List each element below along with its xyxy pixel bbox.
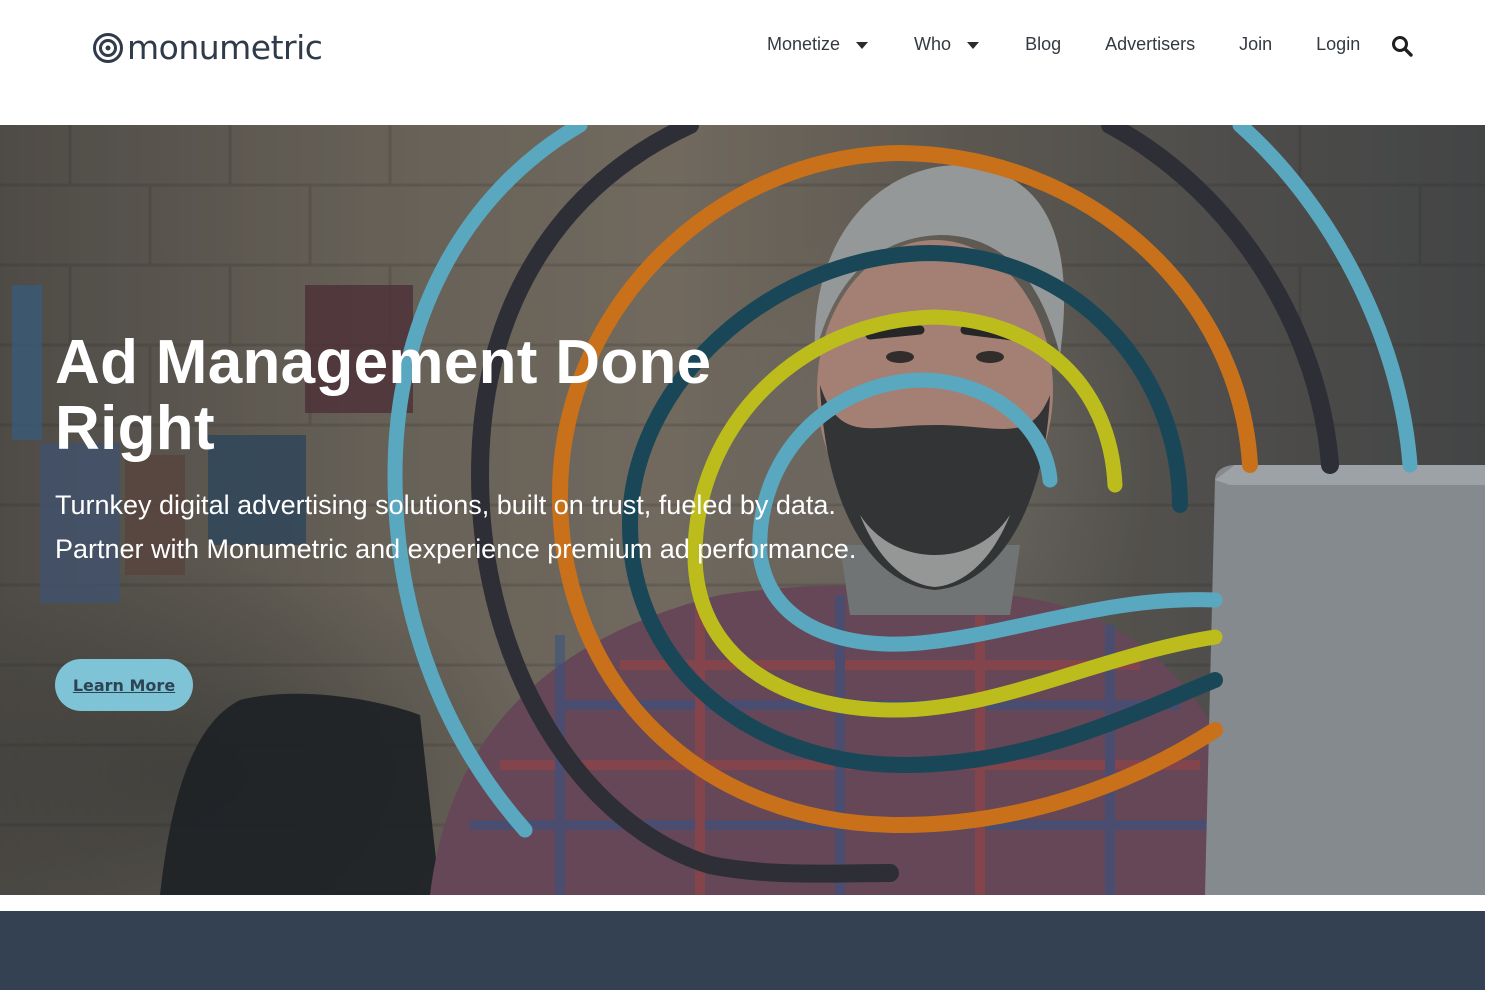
caret-down-icon <box>967 41 980 49</box>
hero-section: Ad Management Done Right Turnkey digital… <box>0 125 1485 895</box>
logo-link[interactable]: monumetric <box>92 28 323 67</box>
logo-icon <box>93 33 123 63</box>
logo-wordmark: monumetric <box>127 28 323 67</box>
nav-item-blog[interactable]: Blog <box>1025 34 1061 55</box>
nav-item-who[interactable]: Who <box>914 33 980 55</box>
main-nav: Monetize Who Blog Advertisers Join Login <box>767 33 1360 55</box>
nav-item-login[interactable]: Login <box>1316 34 1360 55</box>
next-section-band <box>0 911 1485 990</box>
nav-item-label: Monetize <box>767 33 841 54</box>
nav-item-advertisers[interactable]: Advertisers <box>1105 34 1195 55</box>
nav-item-label: Who <box>914 33 952 54</box>
search-icon[interactable] <box>1391 35 1413 57</box>
learn-more-button[interactable]: Learn More <box>55 659 193 711</box>
learn-more-label: Learn More <box>72 675 176 695</box>
site-header: monumetric Monetize Who Blog Advertisers… <box>0 0 1485 125</box>
nav-item-join[interactable]: Join <box>1239 34 1272 55</box>
caret-down-icon <box>856 41 869 49</box>
nav-item-monetize[interactable]: Monetize <box>767 33 869 55</box>
hero-title: Ad Management Done Right <box>55 328 712 463</box>
hero-subtitle: Turnkey digital advertising solutions, b… <box>55 490 857 564</box>
